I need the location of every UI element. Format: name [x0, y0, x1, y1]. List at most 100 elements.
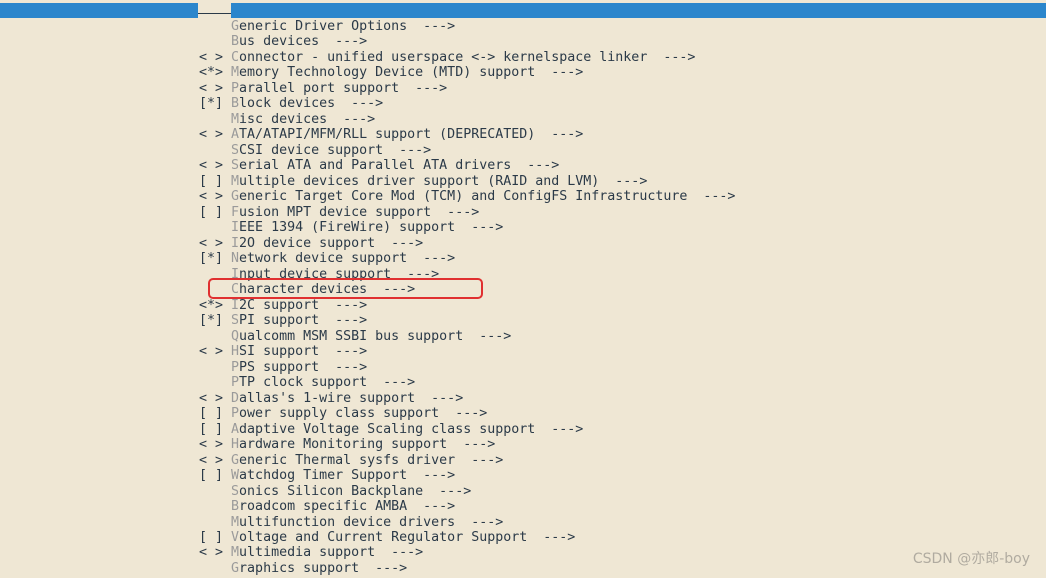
- menu-item[interactable]: [*] Block devices --->: [199, 96, 735, 111]
- item-state-marker[interactable]: [199, 561, 231, 576]
- item-hotkey: M: [231, 111, 240, 127]
- item-hotkey: V: [231, 529, 240, 545]
- item-label: onics Silicon Backplane --->: [239, 483, 472, 499]
- item-hotkey: N: [231, 251, 240, 267]
- item-hotkey: A: [231, 421, 240, 437]
- item-state-marker[interactable]: < >: [199, 545, 231, 560]
- menu-item[interactable]: IEEE 1394 (FireWire) support --->: [199, 220, 735, 235]
- item-label: eneric Target Core Mod (TCM) and ConfigF…: [239, 189, 736, 205]
- menu-item[interactable]: < > Dallas's 1-wire support --->: [199, 391, 735, 406]
- menu-item[interactable]: Qualcomm MSM SSBI bus support --->: [199, 329, 735, 344]
- menu-item[interactable]: [ ] Multiple devices driver support (RAI…: [199, 174, 735, 189]
- item-state-marker[interactable]: [199, 515, 231, 530]
- menu-item[interactable]: < > Multimedia support --->: [199, 545, 735, 560]
- item-label: TA/ATAPI/MFM/RLL support (DEPRECATED) --…: [239, 127, 584, 143]
- item-label: eneric Thermal sysfs driver --->: [239, 452, 504, 468]
- item-label: 2C support --->: [239, 297, 368, 313]
- menu-item[interactable]: [ ] Watchdog Timer Support --->: [199, 468, 735, 483]
- item-hotkey: P: [231, 359, 240, 375]
- item-state-marker[interactable]: [*]: [199, 313, 231, 328]
- menu-item[interactable]: < > Hardware Monitoring support --->: [199, 437, 735, 452]
- item-hotkey: G: [231, 19, 240, 34]
- menu-item[interactable]: Generic Driver Options --->: [199, 19, 735, 34]
- menu-item[interactable]: <*> I2C support --->: [199, 298, 735, 313]
- item-hotkey: M: [231, 514, 240, 530]
- item-state-marker[interactable]: < >: [199, 81, 231, 96]
- item-state-marker[interactable]: [*]: [199, 96, 231, 111]
- item-state-marker[interactable]: [*]: [199, 251, 231, 266]
- item-label: emory Technology Device (MTD) support --…: [239, 65, 584, 81]
- item-state-marker[interactable]: < >: [199, 453, 231, 468]
- menu-item[interactable]: < > I2O device support --->: [199, 236, 735, 251]
- item-hotkey: S: [231, 483, 240, 499]
- item-state-marker[interactable]: <*>: [199, 65, 231, 80]
- item-state-marker[interactable]: < >: [199, 158, 231, 173]
- item-state-marker[interactable]: [ ]: [199, 468, 231, 483]
- menu-item[interactable]: Bus devices --->: [199, 34, 735, 49]
- menu-item[interactable]: Multifunction device drivers --->: [199, 515, 735, 530]
- menu-item[interactable]: [*] Network device support --->: [199, 251, 735, 266]
- item-label: eneric Driver Options --->: [239, 19, 456, 34]
- item-state-marker[interactable]: [ ]: [199, 530, 231, 545]
- item-state-marker[interactable]: [199, 143, 231, 158]
- item-label: raphics support --->: [239, 560, 408, 576]
- item-label: ultiple devices driver support (RAID and…: [239, 173, 648, 189]
- menu-item[interactable]: SCSI device support --->: [199, 143, 735, 158]
- menu-item[interactable]: Sonics Silicon Backplane --->: [199, 484, 735, 499]
- menu-item[interactable]: Broadcom specific AMBA --->: [199, 499, 735, 514]
- menu-item[interactable]: [*] SPI support --->: [199, 313, 735, 328]
- item-label: ultifunction device drivers --->: [239, 514, 504, 530]
- item-state-marker[interactable]: < >: [199, 391, 231, 406]
- item-label: ultimedia support --->: [239, 545, 424, 561]
- item-hotkey: B: [231, 96, 240, 112]
- item-state-marker[interactable]: < >: [199, 344, 231, 359]
- item-label: TP clock support --->: [239, 375, 416, 391]
- item-state-marker[interactable]: [199, 220, 231, 235]
- menu-item[interactable]: Graphics support --->: [199, 561, 735, 576]
- menu-item[interactable]: < > Generic Target Core Mod (TCM) and Co…: [199, 189, 735, 204]
- item-state-marker[interactable]: [199, 499, 231, 514]
- menu-item[interactable]: Misc devices --->: [199, 112, 735, 127]
- item-state-marker[interactable]: [199, 112, 231, 127]
- item-hotkey: D: [231, 390, 240, 406]
- menu-item[interactable]: < > Serial ATA and Parallel ATA drivers …: [199, 158, 735, 173]
- item-state-marker[interactable]: [ ]: [199, 406, 231, 421]
- item-state-marker[interactable]: < >: [199, 127, 231, 142]
- item-hotkey: G: [231, 452, 240, 468]
- item-label: PS support --->: [239, 359, 368, 375]
- menu-item[interactable]: [ ] Voltage and Current Regulator Suppor…: [199, 530, 735, 545]
- item-state-marker[interactable]: [ ]: [199, 422, 231, 437]
- item-hotkey: G: [231, 560, 240, 576]
- menu-item[interactable]: < > Parallel port support --->: [199, 81, 735, 96]
- item-state-marker[interactable]: [199, 329, 231, 344]
- item-state-marker[interactable]: < >: [199, 189, 231, 204]
- item-state-marker[interactable]: < >: [199, 437, 231, 452]
- item-hotkey: B: [231, 34, 240, 50]
- menu-item[interactable]: <*> Memory Technology Device (MTD) suppo…: [199, 65, 735, 80]
- menu-item[interactable]: [ ] Adaptive Voltage Scaling class suppo…: [199, 422, 735, 437]
- item-state-marker[interactable]: [199, 375, 231, 390]
- item-hotkey: I: [231, 297, 240, 313]
- item-state-marker[interactable]: [ ]: [199, 205, 231, 220]
- item-state-marker[interactable]: [199, 484, 231, 499]
- item-label: ualcomm MSM SSBI bus support --->: [239, 328, 512, 344]
- menu-item[interactable]: PPS support --->: [199, 360, 735, 375]
- item-state-marker[interactable]: < >: [199, 50, 231, 65]
- menu-item[interactable]: PTP clock support --->: [199, 375, 735, 390]
- item-state-marker[interactable]: [199, 360, 231, 375]
- item-hotkey: H: [231, 437, 240, 453]
- title-bar-left: [0, 3, 198, 18]
- item-state-marker[interactable]: [199, 34, 231, 49]
- item-state-marker[interactable]: [ ]: [199, 174, 231, 189]
- item-state-marker[interactable]: [199, 19, 231, 34]
- menu-item[interactable]: [ ] Fusion MPT device support --->: [199, 205, 735, 220]
- item-state-marker[interactable]: < >: [199, 236, 231, 251]
- item-state-marker[interactable]: <*>: [199, 298, 231, 313]
- menu-item[interactable]: < > ATA/ATAPI/MFM/RLL support (DEPRECATE…: [199, 127, 735, 142]
- title-bar-right: [231, 3, 1046, 18]
- menu-item[interactable]: < > Connector - unified userspace <-> ke…: [199, 50, 735, 65]
- item-label: SI support --->: [239, 344, 368, 360]
- menu-item[interactable]: < > Generic Thermal sysfs driver --->: [199, 453, 735, 468]
- menu-item[interactable]: [ ] Power supply class support --->: [199, 406, 735, 421]
- menu-item[interactable]: < > HSI support --->: [199, 344, 735, 359]
